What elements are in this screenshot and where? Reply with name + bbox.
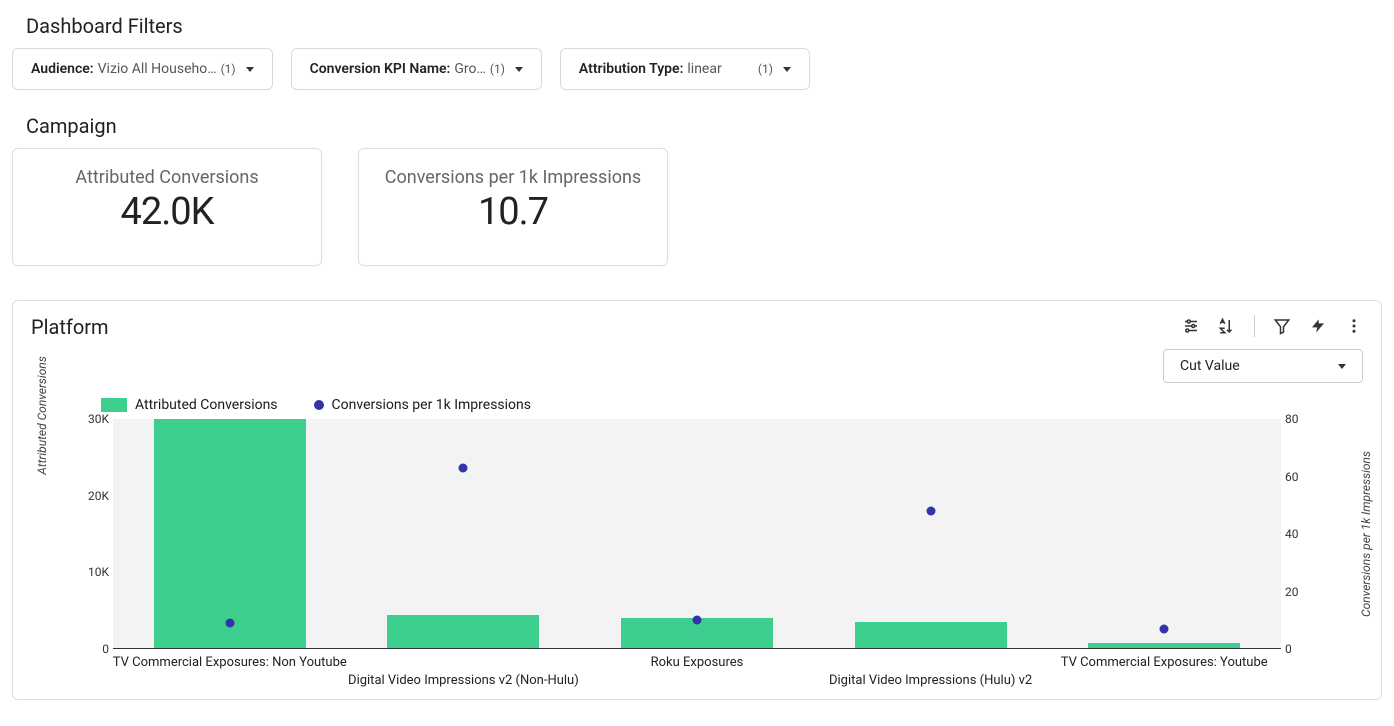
y-right-tick: 20 <box>1285 585 1325 599</box>
kpi-value: 42.0K <box>121 190 214 234</box>
platform-card: Platform Cut Value <box>12 300 1382 700</box>
x-tick-label: Digital Video Impressions (Hulu) v2 <box>829 673 1032 688</box>
kpi-label: Attributed Conversions <box>75 167 258 188</box>
cut-value-label: Cut Value <box>1180 358 1240 374</box>
filters-heading: Dashboard Filters <box>26 14 1386 38</box>
chart-header: Platform <box>31 315 1363 339</box>
dot-swatch-icon <box>314 400 324 410</box>
y-left-tick: 30K <box>69 412 109 426</box>
chart-dot[interactable] <box>926 507 935 516</box>
filter-name: Conversion KPI Name: <box>310 61 451 77</box>
filter-conversion-kpi[interactable]: Conversion KPI Name: Gro… (1) <box>291 48 542 90</box>
x-axis-labels: TV Commercial Exposures: Non YoutubeDigi… <box>113 655 1281 697</box>
toolbar-divider <box>1254 315 1255 337</box>
filter-name: Attribution Type: <box>579 61 683 77</box>
y-right-tick: 0 <box>1285 642 1325 656</box>
legend-bar: Attributed Conversions <box>101 397 278 413</box>
filter-icon[interactable] <box>1273 317 1291 335</box>
kpi-row: Attributed Conversions 42.0K Conversions… <box>12 148 1386 266</box>
chevron-down-icon <box>246 67 254 72</box>
filter-value: Gro… <box>454 61 486 77</box>
x-tick-label: TV Commercial Exposures: Youtube <box>1061 655 1268 670</box>
kpi-attributed-conversions: Attributed Conversions 42.0K <box>12 148 322 266</box>
chart-dot[interactable] <box>1160 624 1169 633</box>
y-left-axis-label: Attributed Conversions <box>35 356 49 475</box>
chevron-down-icon <box>515 67 523 72</box>
x-tick-label: Roku Exposures <box>651 655 744 670</box>
chart-plot: Attributed Conversions Conversions per 1… <box>91 419 1303 649</box>
filter-count: (1) <box>758 62 773 76</box>
legend-dot: Conversions per 1k Impressions <box>314 397 531 413</box>
filter-value: linear <box>687 61 721 77</box>
y-left-tick: 20K <box>69 489 109 503</box>
y-right-tick: 40 <box>1285 527 1325 541</box>
chevron-down-icon <box>1338 364 1346 369</box>
y-right-tick: 60 <box>1285 470 1325 484</box>
y-left-tick: 10K <box>69 565 109 579</box>
campaign-heading: Campaign <box>26 114 1386 138</box>
chart-dot[interactable] <box>459 463 468 472</box>
filter-count: (1) <box>490 62 505 76</box>
lightning-icon[interactable] <box>1309 317 1327 335</box>
bar-swatch-icon <box>101 398 127 412</box>
cut-value-row: Cut Value <box>31 349 1363 383</box>
filter-value: Vizio All Househo… <box>98 61 217 77</box>
filter-audience[interactable]: Audience: Vizio All Househo… (1) <box>12 48 273 90</box>
filter-count: (1) <box>221 62 236 76</box>
y-right-axis: 020406080 <box>1285 419 1325 649</box>
filter-name: Audience: <box>31 61 94 77</box>
sliders-icon[interactable] <box>1182 317 1200 335</box>
kpi-label: Conversions per 1k Impressions <box>385 167 641 188</box>
chevron-down-icon <box>783 67 791 72</box>
y-left-tick: 0 <box>69 642 109 656</box>
x-tick-label: Digital Video Impressions v2 (Non-Hulu) <box>348 673 579 688</box>
y-left-axis: 010K20K30K <box>69 419 109 649</box>
chart-legend: Attributed Conversions Conversions per 1… <box>101 397 1363 413</box>
x-axis-line <box>113 648 1281 649</box>
kpi-value: 10.7 <box>478 190 548 234</box>
chart-dot[interactable] <box>225 619 234 628</box>
y-right-tick: 80 <box>1285 412 1325 426</box>
dots-layer <box>113 419 1281 649</box>
chart-toolbar <box>1182 315 1363 337</box>
legend-dot-label: Conversions per 1k Impressions <box>332 397 531 413</box>
chart-title: Platform <box>31 315 109 339</box>
y-right-axis-label: Conversions per 1k Impressions <box>1359 451 1373 617</box>
legend-bar-label: Attributed Conversions <box>135 397 278 413</box>
more-vertical-icon[interactable] <box>1345 317 1363 335</box>
x-tick-label: TV Commercial Exposures: Non Youtube <box>113 655 347 670</box>
sort-az-icon[interactable] <box>1218 317 1236 335</box>
filter-attribution-type[interactable]: Attribution Type: linear (1) <box>560 48 810 90</box>
chart-dot[interactable] <box>693 616 702 625</box>
filters-row: Audience: Vizio All Househo… (1) Convers… <box>12 48 1386 90</box>
kpi-conversions-per-1k: Conversions per 1k Impressions 10.7 <box>358 148 668 266</box>
cut-value-dropdown[interactable]: Cut Value <box>1163 349 1363 383</box>
